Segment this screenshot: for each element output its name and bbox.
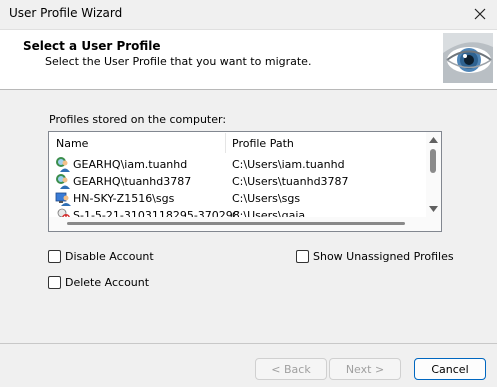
close-icon — [474, 8, 486, 20]
domain-user-icon — [56, 174, 70, 189]
cancel-button[interactable]: Cancel — [414, 358, 486, 380]
list-item[interactable]: HN-SKY-Z1516\sgs C:\Users\sgs — [49, 190, 427, 206]
disable-account-option[interactable]: Disable Account — [48, 250, 154, 263]
horizontal-scrollbar[interactable] — [49, 217, 427, 231]
show-unassigned-checkbox[interactable] — [296, 250, 309, 263]
delete-account-checkbox[interactable] — [48, 276, 61, 289]
title-bar: User Profile Wizard — [0, 0, 497, 28]
scroll-up-icon[interactable] — [429, 136, 438, 143]
domain-user-icon — [56, 157, 70, 172]
horizontal-scroll-thumb[interactable] — [67, 222, 405, 225]
column-separator[interactable] — [225, 133, 226, 153]
header-title: Select a User Profile — [23, 39, 161, 53]
vertical-scrollbar[interactable] — [426, 132, 441, 231]
list-item[interactable]: GEARHQ\tuanhd3787 C:\Users\tuanhd3787 — [49, 173, 427, 189]
profiles-label: Profiles stored on the computer: — [49, 113, 227, 126]
list-header: Name Profile Path — [49, 132, 427, 154]
local-user-icon — [55, 192, 71, 206]
wizard-header: Select a User Profile Select the User Pr… — [0, 29, 497, 90]
profile-name: HN-SKY-Z1516\sgs — [73, 192, 175, 205]
scroll-down-icon[interactable] — [429, 206, 438, 213]
column-header-name[interactable]: Name — [56, 137, 88, 150]
list-item[interactable]: GEARHQ\iam.tuanhd C:\Users\iam.tuanhd — [49, 156, 427, 172]
disable-account-checkbox[interactable] — [48, 250, 61, 263]
column-header-profile-path[interactable]: Profile Path — [232, 137, 294, 150]
delete-account-option[interactable]: Delete Account — [48, 276, 149, 289]
vertical-scroll-thumb[interactable] — [430, 149, 436, 173]
header-subtitle: Select the User Profile that you want to… — [45, 55, 312, 68]
show-unassigned-label: Show Unassigned Profiles — [313, 250, 454, 263]
close-button[interactable] — [467, 2, 493, 26]
eye-image — [443, 33, 493, 83]
back-button[interactable]: < Back — [255, 358, 327, 380]
profile-path: C:\Users\sgs — [232, 192, 301, 205]
profile-path: C:\Users\tuanhd3787 — [232, 175, 349, 188]
next-button[interactable]: Next > — [329, 358, 401, 380]
profiles-list[interactable]: Name Profile Path GEARHQ\iam.tuanhd C:\U… — [48, 131, 442, 232]
footer-divider — [0, 343, 497, 344]
disable-account-label: Disable Account — [65, 250, 154, 263]
profile-name: GEARHQ\iam.tuanhd — [73, 158, 188, 171]
profile-name: GEARHQ\tuanhd3787 — [73, 175, 192, 188]
window-title: User Profile Wizard — [9, 6, 123, 20]
profile-path: C:\Users\iam.tuanhd — [232, 158, 345, 171]
show-unassigned-option[interactable]: Show Unassigned Profiles — [296, 250, 454, 263]
delete-account-label: Delete Account — [65, 276, 150, 289]
